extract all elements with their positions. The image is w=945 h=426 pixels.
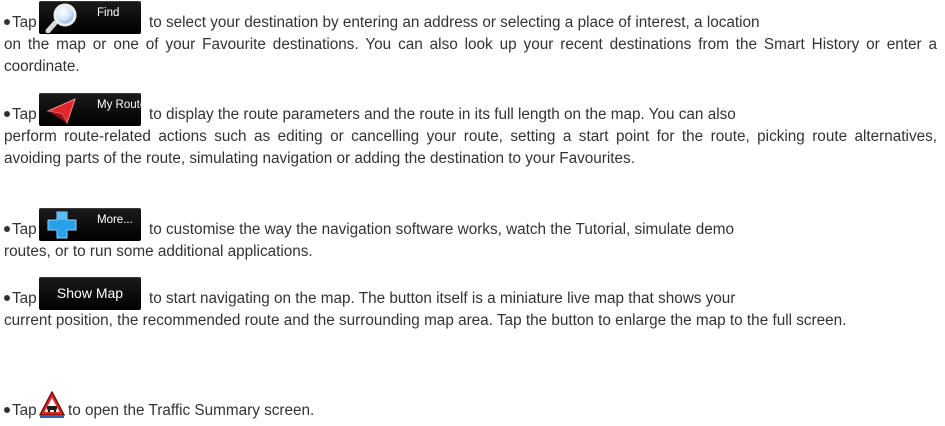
route-arrow-icon [45,95,79,139]
show-map-button[interactable]: Show Map [39,277,141,310]
line-first: Tap My Route to display the route parame… [4,93,937,126]
find-button-label: Find [97,7,120,19]
bullet-dot [4,225,10,232]
magnifier-icon [45,3,79,47]
bullet-lead: Tap [4,219,37,241]
tap-word: Tap [12,14,37,31]
bullet-item-more: Tap More... to customise the way the nav… [4,208,937,263]
line-text: to open the Traffic Summary screen. [68,402,315,419]
tap-word: Tap [12,106,37,123]
line-first: Tap More... to customise the way the nav… [4,208,937,241]
traffic-warning-icon [39,391,65,423]
line-text: to select your destination by entering a… [149,14,760,31]
line-text: to display the route parameters and the … [149,106,736,123]
line-text: to start navigating on the map. The butt… [149,290,736,307]
bullet-dot [4,18,10,25]
more-button-label: More... [97,214,133,226]
line-first: Tap Show Map to start navigating on the … [4,277,937,310]
paragraph-text: current position, the recommended route … [4,312,847,329]
bullet-item-traffic: Tap to open the Traffic Summary screen. [4,391,937,422]
line-first: Tap Find to select your destination by e… [4,1,937,34]
bullet-lead: Tap [4,12,37,34]
show-map-button-label: Show Map [56,285,124,301]
paragraph-text: routes, or to run some additional applic… [4,243,313,260]
line-text: to customise the way the navigation soft… [149,221,734,238]
tap-word: Tap [12,402,37,419]
plus-icon [45,210,79,254]
bullet-lead: Tap [4,104,37,126]
bullet-dot [4,110,10,117]
line-first: Tap to open the Traffic Summary screen. [4,391,937,422]
bullet-lead: Tap [4,400,37,422]
my-route-button[interactable]: My Route [39,93,146,126]
more-button[interactable]: More... [39,208,141,241]
bullet-item-find: Tap Find to select your destination by e… [4,1,937,78]
bullet-item-show-map: Tap Show Map to start navigating on the … [4,277,937,332]
tap-word: Tap [12,290,37,307]
traffic-summary-button[interactable] [39,391,65,419]
bullet-dot [4,294,10,301]
bullet-item-my-route: Tap My Route to display the route parame… [4,93,937,170]
tap-word: Tap [12,221,37,238]
bullet-dot [4,406,10,413]
paragraph-text: on the map or one of your Favourite dest… [4,36,937,75]
my-route-button-label: My Route [97,99,147,111]
bullet-lead: Tap [4,288,37,310]
paragraph-text: perform route-related actions such as ed… [4,128,937,167]
find-button[interactable]: Find [39,1,141,34]
